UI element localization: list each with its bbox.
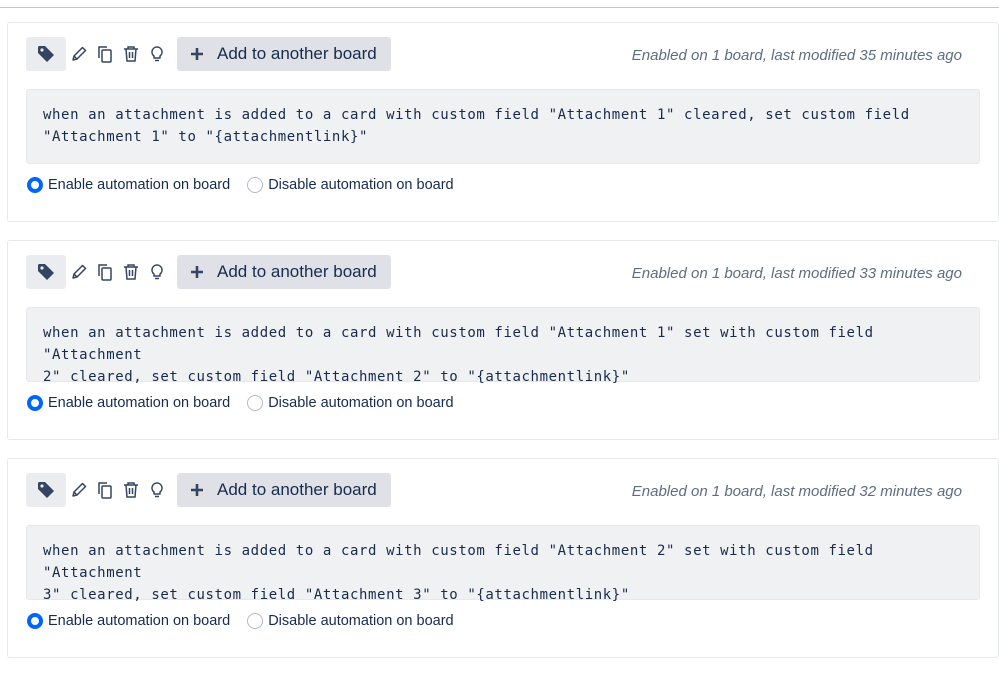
- disable-label: Disable automation on board: [268, 395, 454, 411]
- edit-button[interactable]: [66, 255, 92, 289]
- lightbulb-icon: [151, 264, 163, 280]
- delete-button[interactable]: [118, 37, 144, 71]
- status-text: Enabled on 1 board, last modified 32 min…: [631, 483, 962, 500]
- tag-icon: [38, 264, 54, 280]
- plus-icon: [189, 264, 205, 280]
- enable-label: Enable automation on board: [48, 613, 231, 629]
- disable-radio[interactable]: [247, 177, 264, 193]
- pencil-icon: [72, 46, 87, 61]
- automation-list: Add to another board Enabled on 1 board,…: [7, 22, 999, 676]
- rule-line: 2" cleared, set custom field "Attachment…: [43, 369, 630, 385]
- tag-icon: [38, 46, 54, 62]
- copy-icon: [98, 264, 112, 281]
- automation-toggle: Enable automation on board Disable autom…: [27, 613, 471, 629]
- suggest-button[interactable]: [144, 37, 170, 71]
- status-text: Enabled on 1 board, last modified 35 min…: [631, 47, 962, 64]
- enable-radio[interactable]: [27, 613, 43, 629]
- lightbulb-icon: [151, 46, 163, 62]
- add-to-board-button[interactable]: Add to another board: [177, 255, 391, 289]
- card-toolbar: Add to another board: [26, 473, 391, 507]
- disable-option[interactable]: Disable automation on board: [247, 177, 454, 193]
- rule-description: when an attachment is added to a card wi…: [26, 89, 980, 164]
- suggest-button[interactable]: [144, 473, 170, 507]
- disable-label: Disable automation on board: [268, 613, 454, 629]
- enable-option[interactable]: Enable automation on board: [27, 395, 230, 411]
- automation-toggle: Enable automation on board Disable autom…: [27, 177, 471, 193]
- tag-button[interactable]: [26, 37, 66, 71]
- rule-description: when an attachment is added to a card wi…: [26, 525, 980, 603]
- rule-description: when an attachment is added to a card wi…: [26, 307, 980, 385]
- trash-icon: [124, 264, 138, 280]
- trash-icon: [124, 482, 138, 498]
- enable-label: Enable automation on board: [48, 177, 231, 193]
- add-to-board-label: Add to another board: [217, 262, 377, 281]
- pencil-icon: [72, 264, 87, 279]
- delete-button[interactable]: [118, 255, 144, 289]
- automation-toggle: Enable automation on board Disable autom…: [27, 395, 471, 411]
- copy-icon: [98, 482, 112, 499]
- add-to-board-label: Add to another board: [217, 480, 377, 499]
- delete-button[interactable]: [118, 473, 144, 507]
- copy-icon: [98, 46, 112, 63]
- copy-button[interactable]: [92, 37, 118, 71]
- automation-card: Add to another board Enabled on 1 board,…: [7, 240, 999, 440]
- lightbulb-icon: [151, 482, 163, 498]
- tag-button[interactable]: [26, 255, 66, 289]
- suggest-button[interactable]: [144, 255, 170, 289]
- disable-option[interactable]: Disable automation on board: [247, 613, 454, 629]
- disable-radio[interactable]: [247, 613, 264, 629]
- enable-radio[interactable]: [27, 395, 43, 411]
- plus-icon: [189, 482, 205, 498]
- rule-line: when an attachment is added to a card wi…: [43, 107, 910, 123]
- trash-icon: [124, 46, 138, 62]
- add-to-board-button[interactable]: Add to another board: [177, 473, 391, 507]
- top-divider: [0, 7, 999, 8]
- card-toolbar: Add to another board: [26, 37, 391, 71]
- disable-label: Disable automation on board: [268, 177, 454, 193]
- pencil-icon: [72, 482, 87, 497]
- add-to-board-button[interactable]: Add to another board: [177, 37, 391, 71]
- plus-icon: [189, 46, 205, 62]
- rule-line: when an attachment is added to a card wi…: [43, 543, 874, 581]
- edit-button[interactable]: [66, 37, 92, 71]
- enable-option[interactable]: Enable automation on board: [27, 177, 230, 193]
- card-toolbar: Add to another board: [26, 255, 391, 289]
- automation-card: Add to another board Enabled on 1 board,…: [7, 22, 999, 222]
- automation-card: Add to another board Enabled on 1 board,…: [7, 458, 999, 658]
- add-to-board-label: Add to another board: [217, 44, 377, 63]
- disable-option[interactable]: Disable automation on board: [247, 395, 454, 411]
- disable-radio[interactable]: [247, 395, 264, 411]
- tag-icon: [38, 482, 54, 498]
- enable-option[interactable]: Enable automation on board: [27, 613, 230, 629]
- rule-line: "Attachment 1" to "{attachmentlink}": [43, 129, 369, 145]
- enable-radio[interactable]: [27, 177, 43, 193]
- edit-button[interactable]: [66, 473, 92, 507]
- enable-label: Enable automation on board: [48, 395, 231, 411]
- copy-button[interactable]: [92, 255, 118, 289]
- rule-line: 3" cleared, set custom field "Attachment…: [43, 587, 630, 603]
- copy-button[interactable]: [92, 473, 118, 507]
- rule-line: when an attachment is added to a card wi…: [43, 325, 874, 363]
- tag-button[interactable]: [26, 473, 66, 507]
- status-text: Enabled on 1 board, last modified 33 min…: [631, 265, 962, 282]
